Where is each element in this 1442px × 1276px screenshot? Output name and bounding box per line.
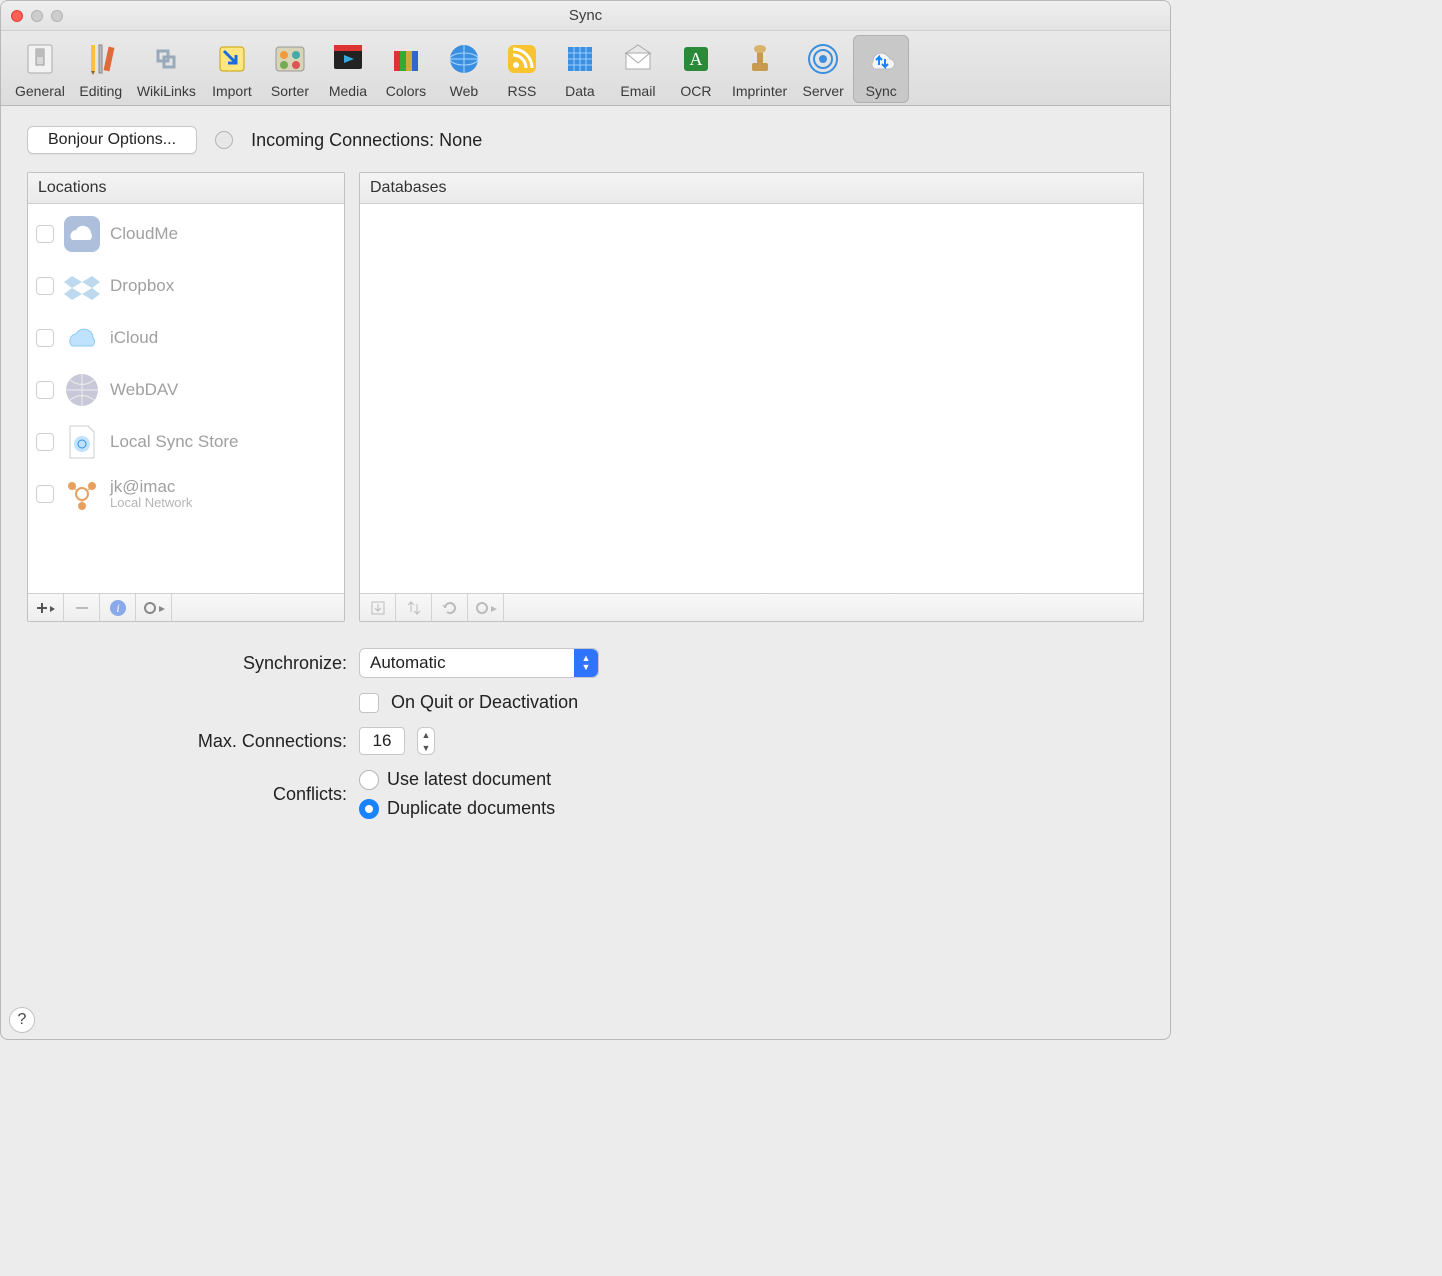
location-label: Local Sync Store [110, 433, 239, 452]
on-quit-checkbox[interactable] [359, 693, 379, 713]
colors-icon [384, 37, 428, 81]
locations-header: Locations [28, 173, 344, 204]
databases-header: Databases [360, 173, 1143, 204]
database-action-menu-button[interactable] [468, 594, 504, 621]
local-sync-icon [62, 422, 102, 462]
rss-icon [500, 37, 544, 81]
tab-sorter[interactable]: Sorter [262, 35, 318, 103]
location-checkbox[interactable] [36, 277, 54, 295]
window-title: Sync [1, 7, 1170, 24]
tab-colors[interactable]: Colors [378, 35, 434, 103]
max-connections-stepper[interactable]: ▲ ▼ [417, 727, 435, 755]
location-row-dropbox[interactable]: Dropbox [28, 260, 344, 312]
locations-list[interactable]: CloudMe Dropbox [28, 204, 344, 593]
location-label: jk@imac [110, 478, 192, 497]
tab-rss[interactable]: RSS [494, 35, 550, 103]
databases-list[interactable] [360, 204, 1143, 593]
email-icon [616, 37, 660, 81]
location-checkbox[interactable] [36, 225, 54, 243]
cloudme-icon [62, 214, 102, 254]
tab-media[interactable]: Media [320, 35, 376, 103]
location-sublabel: Local Network [110, 496, 192, 510]
ocr-icon: A [674, 37, 718, 81]
synchronize-value: Automatic [370, 653, 446, 673]
conflicts-radio-latest[interactable] [359, 770, 379, 790]
webdav-icon [62, 370, 102, 410]
data-icon [558, 37, 602, 81]
tab-ocr[interactable]: A OCR [668, 35, 724, 103]
tab-wikilinks[interactable]: WikiLinks [131, 35, 202, 103]
download-database-button[interactable] [360, 594, 396, 621]
location-label: WebDAV [110, 381, 178, 400]
databases-pane: Databases [359, 172, 1144, 622]
location-label: Dropbox [110, 277, 174, 296]
location-row-bonjour-peer[interactable]: jk@imac Local Network [28, 468, 344, 520]
tab-email[interactable]: Email [610, 35, 666, 103]
general-icon [18, 37, 62, 81]
location-checkbox[interactable] [36, 433, 54, 451]
location-row-cloudme[interactable]: CloudMe [28, 208, 344, 260]
dropbox-icon [62, 266, 102, 306]
icloud-icon [62, 318, 102, 358]
preferences-toolbar: General Editing WikiLinks Import Sorter [1, 31, 1170, 106]
sorter-icon [268, 37, 312, 81]
conflicts-option-duplicate: Duplicate documents [387, 798, 555, 819]
location-checkbox[interactable] [36, 381, 54, 399]
incoming-status-indicator [215, 131, 233, 149]
editing-icon [79, 37, 123, 81]
imprinter-icon [738, 37, 782, 81]
add-location-button[interactable] [28, 594, 64, 621]
tab-server[interactable]: Server [795, 35, 851, 103]
sync-settings-form: Synchronize: Automatic ▲▼ On Quit or Dea… [27, 648, 1144, 819]
tab-imprinter[interactable]: Imprinter [726, 35, 793, 103]
tab-editing[interactable]: Editing [73, 35, 129, 103]
tab-general[interactable]: General [9, 35, 71, 103]
sync-now-button[interactable] [396, 594, 432, 621]
refresh-button[interactable] [432, 594, 468, 621]
location-label: CloudMe [110, 225, 178, 244]
conflicts-option-latest: Use latest document [387, 769, 551, 790]
incoming-connections-label: Incoming Connections: None [251, 130, 482, 151]
remove-location-button[interactable] [64, 594, 100, 621]
synchronize-select[interactable]: Automatic ▲▼ [359, 648, 599, 678]
bonjour-icon [62, 474, 102, 514]
location-row-icloud[interactable]: iCloud [28, 312, 344, 364]
tab-import[interactable]: Import [204, 35, 260, 103]
bonjour-options-button[interactable]: Bonjour Options... [27, 126, 197, 154]
select-arrows-icon: ▲▼ [574, 649, 598, 677]
max-connections-field[interactable]: 16 [359, 727, 405, 755]
action-menu-button[interactable] [136, 594, 172, 621]
web-icon [442, 37, 486, 81]
server-icon [801, 37, 845, 81]
location-checkbox[interactable] [36, 485, 54, 503]
on-quit-label: On Quit or Deactivation [391, 692, 578, 713]
location-row-local-sync-store[interactable]: Local Sync Store [28, 416, 344, 468]
locations-pane: Locations CloudMe [27, 172, 345, 622]
location-checkbox[interactable] [36, 329, 54, 347]
tab-data[interactable]: Data [552, 35, 608, 103]
svg-text:A: A [689, 49, 702, 69]
preferences-window: Sync General Editing WikiLinks Import [0, 0, 1171, 1040]
synchronize-label: Synchronize: [27, 653, 347, 674]
titlebar: Sync [1, 1, 1170, 31]
max-connections-label: Max. Connections: [27, 731, 347, 752]
sync-pane: Bonjour Options... Incoming Connections:… [1, 106, 1170, 1039]
conflicts-radio-duplicate[interactable] [359, 799, 379, 819]
import-icon [210, 37, 254, 81]
stepper-up-icon: ▲ [418, 728, 434, 741]
sync-icon [859, 37, 903, 81]
stepper-down-icon: ▼ [418, 741, 434, 754]
location-label: iCloud [110, 329, 158, 348]
locations-footer: i [28, 593, 344, 621]
info-button[interactable]: i [100, 594, 136, 621]
svg-text:i: i [116, 601, 119, 615]
tab-web[interactable]: Web [436, 35, 492, 103]
conflicts-label: Conflicts: [27, 784, 347, 805]
help-button[interactable]: ? [9, 1007, 35, 1033]
wikilinks-icon [144, 37, 188, 81]
databases-footer [360, 593, 1143, 621]
tab-sync[interactable]: Sync [853, 35, 909, 103]
location-row-webdav[interactable]: WebDAV [28, 364, 344, 416]
media-icon [326, 37, 370, 81]
